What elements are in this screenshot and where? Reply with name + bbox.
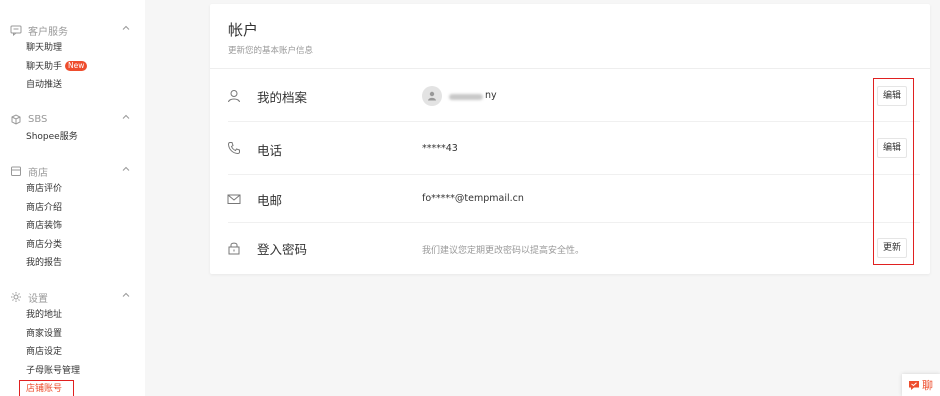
sidebar-section-title: 商店 <box>28 167 48 179</box>
box-icon <box>11 114 21 125</box>
avatar <box>422 86 442 106</box>
account-card: 帐户 更新您的基本账户信息 我的档案 ny 编辑 电话 *****43 编辑 电… <box>210 4 930 274</box>
sidebar-item-label: 聊天助手 <box>26 61 63 72</box>
store-icon <box>11 166 21 176</box>
lock-icon <box>228 242 240 255</box>
sidebar-section-header[interactable]: 客户服务 <box>0 21 145 39</box>
sidebar-item-auto-push[interactable]: 自动推送 <box>26 76 145 95</box>
sidebar-section-shop: 商店 商店评价 商店介绍 商店装饰 商店分类 我的报告 <box>0 162 145 273</box>
page-subtitle: 更新您的基本账户信息 <box>228 46 314 56</box>
row-label: 我的档案 <box>257 90 308 105</box>
account-row-phone: 电话 *****43 编辑 <box>210 122 930 174</box>
sidebar-item-shop-categories[interactable]: 商店分类 <box>26 236 145 255</box>
email-value: fo*****@tempmail.cn <box>422 193 524 204</box>
annotation-highlight-box <box>19 380 74 396</box>
account-row-password: 登入密码 我们建议您定期更改密码以提高安全性。 更新 <box>210 223 930 273</box>
sidebar-item-my-reports[interactable]: 我的报告 <box>26 254 145 273</box>
row-label: 电话 <box>257 143 283 158</box>
row-label: 电邮 <box>257 193 283 208</box>
mail-icon <box>227 194 241 204</box>
sidebar-section-title: SBS <box>28 113 48 125</box>
chevron-up-icon[interactable] <box>121 290 131 300</box>
phone-value: *****43 <box>422 143 458 154</box>
sidebar-section-header[interactable]: 设置 <box>0 288 145 306</box>
sidebar-item-merchant-settings[interactable]: 商家设置 <box>26 325 145 344</box>
chat-widget[interactable]: 聊 <box>902 374 940 396</box>
sidebar-item-shop-decoration[interactable]: 商店装饰 <box>26 217 145 236</box>
annotation-highlight-box <box>873 78 914 265</box>
sidebar-section-customer-service: 客户服务 聊天助理 聊天助手 New 自动推送 <box>0 21 145 95</box>
sidebar-item-shop-settings[interactable]: 商店设定 <box>26 343 145 362</box>
page-title: 帐户 <box>228 21 259 39</box>
person-icon <box>228 90 240 103</box>
sidebar-item-my-address[interactable]: 我的地址 <box>26 306 145 325</box>
sidebar-section-header[interactable]: SBS <box>0 110 145 128</box>
chat-bubble-icon <box>909 381 919 390</box>
sidebar-section-sbs: SBS Shopee服务 <box>0 110 145 147</box>
sidebar-section-header[interactable]: 商店 <box>0 162 145 180</box>
chat-label: 聊 <box>922 379 933 392</box>
account-row-profile: 我的档案 ny 编辑 <box>210 69 930 121</box>
sidebar-item-sub-accounts[interactable]: 子母账号管理 <box>26 362 145 381</box>
sidebar-item-chat-assistant[interactable]: 聊天助理 <box>26 39 145 58</box>
new-badge: New <box>65 60 88 71</box>
sidebar-section-title: 设置 <box>28 293 48 305</box>
sidebar: 客户服务 聊天助理 聊天助手 New 自动推送 SBS Shopee服务 商店 商… <box>0 0 145 396</box>
sidebar-item-shop-reviews[interactable]: 商店评价 <box>26 180 145 199</box>
chevron-up-icon[interactable] <box>121 23 131 33</box>
username-value: ny <box>485 90 497 101</box>
sidebar-item-shop-intro[interactable]: 商店介绍 <box>26 199 145 218</box>
sidebar-section-title: 客户服务 <box>28 26 68 38</box>
card-header: 帐户 更新您的基本账户信息 <box>228 19 313 56</box>
chat-icon <box>10 25 22 36</box>
sidebar-item-shopee-service[interactable]: Shopee服务 <box>26 128 145 147</box>
phone-icon <box>227 142 240 155</box>
chevron-up-icon[interactable] <box>121 112 131 122</box>
account-row-email: 电邮 fo*****@tempmail.cn <box>210 175 930 222</box>
sidebar-item-chat-helper[interactable]: 聊天助手 New <box>26 58 145 77</box>
blurred-username <box>449 94 483 100</box>
gear-icon <box>11 292 21 302</box>
sidebar-section-settings: 设置 我的地址 商家设置 商店设定 子母账号管理 店铺账号 <box>0 288 145 396</box>
user-silhouette-icon <box>428 91 436 101</box>
password-hint: 我们建议您定期更改密码以提高安全性。 <box>422 246 585 256</box>
chevron-up-icon[interactable] <box>121 164 131 174</box>
sidebar-item-shop-account[interactable]: 店铺账号 <box>19 380 145 396</box>
row-label: 登入密码 <box>257 242 308 257</box>
